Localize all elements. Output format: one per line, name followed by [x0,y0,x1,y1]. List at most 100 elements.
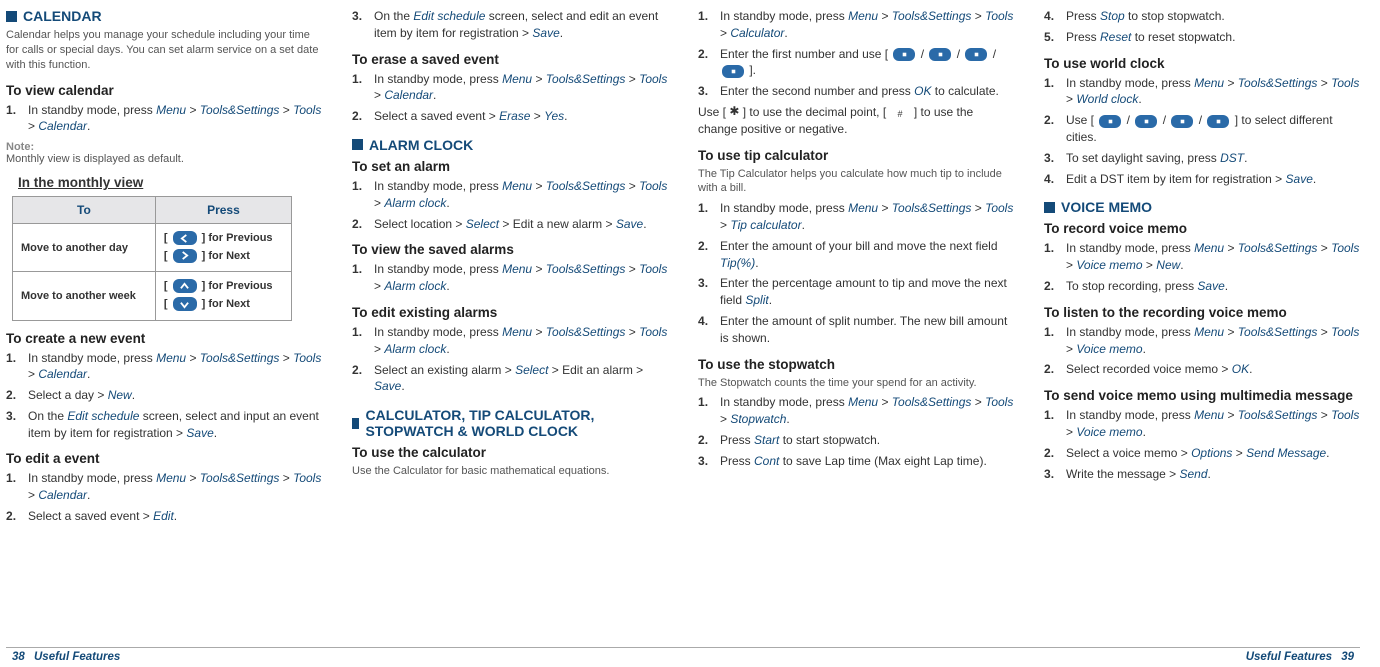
list-item: Press Reset to reset stopwatch. [1066,29,1360,46]
text-fragment: . [1143,425,1146,439]
text-fragment: > [532,72,546,86]
menu-term: Stopwatch [730,412,786,426]
text-fragment: . [643,217,646,231]
voice-heading: VOICE MEMO [1044,199,1360,215]
set-alarm-head: To set an alarm [352,159,668,174]
menu-term: Tools&Settings [546,325,626,339]
menu-term: Send [1180,467,1208,481]
text-fragment: In standby mode, press [720,201,848,215]
list-item: On the Edit schedule screen, select and … [28,408,322,442]
menu-term: Yes [544,109,564,123]
list-item: Select an existing alarm > Select > Edit… [374,362,668,396]
menu-term: Tools [639,179,667,193]
square-icon [1044,202,1055,213]
list-item: Enter the amount of split number. The ne… [720,313,1014,347]
list-item: Select a day > New. [28,387,322,404]
menu-term: Tools [985,395,1013,409]
list-item: In standby mode, press Menu > Tools&Sett… [1066,407,1360,441]
text-fragment: > [720,26,730,40]
menu-term: Tools [985,201,1013,215]
tip-intro: The Tip Calculator helps you calculate h… [698,167,1014,197]
text-fragment: To set daylight saving, press [1066,151,1220,165]
monthly-view-head: In the monthly view [18,175,322,190]
row-to: Move to another day [13,224,156,272]
text-fragment: > [720,412,730,426]
text-fragment: Press [1066,30,1100,44]
menu-term: Menu [502,325,532,339]
menu-term: Edit [153,509,174,523]
list-item: In standby mode, press Menu > Tools&Sett… [1066,75,1360,109]
erase-steps: In standby mode, press Menu > Tools&Sett… [352,71,668,125]
text-fragment: . [433,88,436,102]
text-fragment: > [279,103,293,117]
text-fragment: . [174,509,177,523]
menu-term: Tools [1331,325,1359,339]
menu-term: Voice memo [1076,425,1142,439]
text-fragment: > [186,351,200,365]
menu-term: Stop [1100,9,1125,23]
edit-exist-head: To edit existing alarms [352,305,668,320]
text-fragment: Select a voice memo > [1066,446,1191,460]
menu-term: Tools&Settings [1238,241,1318,255]
menu-term: Voice memo [1076,258,1142,272]
footer: 38 Useful Features Useful Features 39 [6,647,1360,663]
nav-key-icon [1207,115,1229,128]
world-head: To use world clock [1044,56,1360,71]
list-item: Press Cont to save Lap time (Max eight L… [720,453,1014,470]
list-item: Enter the percentage amount to tip and m… [720,275,1014,309]
menu-term: New [1156,258,1180,272]
text-fragment: In standby mode, press [374,72,502,86]
menu-term: Send Message [1246,446,1326,460]
menu-term: Alarm clock [384,279,446,293]
text-fragment: Press [720,433,754,447]
calc-note: Use [ ✱ ] to use the decimal point, [ # … [698,104,1014,138]
list-item: Enter the amount of your bill and move t… [720,238,1014,272]
list-item: In standby mode, press Menu > Tools&Sett… [720,200,1014,234]
edit-steps: In standby mode, press Menu > Tools&Sett… [6,470,322,524]
menu-term: Erase [499,109,530,123]
text-fragment: . [1208,467,1211,481]
create-steps: In standby mode, press Menu > Tools&Sett… [6,350,322,442]
square-icon [6,11,17,22]
calendar-heading: CALENDAR [6,8,322,24]
text-fragment: > Edit an alarm > [548,363,643,377]
list-item: Enter the second number and press OK to … [720,83,1014,100]
text-fragment: Write the message > [1066,467,1180,481]
list-item: In standby mode, press Menu > Tools&Sett… [374,178,668,212]
menu-term: Tools&Settings [200,351,280,365]
list-item: In standby mode, press Menu > Tools&Sett… [1066,240,1360,274]
text-fragment: . [87,367,90,381]
nav-key-icon [1135,115,1157,128]
text-fragment: ] to use the decimal point, [ [739,105,889,119]
text-fragment: > [1232,446,1246,460]
view-step: In standby mode, press Menu > Tools&Sett… [28,102,322,136]
text-fragment: Select a saved event > [28,509,153,523]
text-fragment: . [1138,92,1141,106]
text-fragment: Enter the amount of split number. The ne… [720,314,1007,345]
text-fragment: > [532,179,546,193]
menu-term: Menu [1194,241,1224,255]
view-saved-head: To view the saved alarms [352,242,668,257]
note-label: Note: [6,141,322,153]
text-fragment: > [532,325,546,339]
nav-left-icon [173,231,197,245]
view-calendar-head: To view calendar [6,83,322,98]
text-fragment: > [878,201,892,215]
text-fragment: . [1143,342,1146,356]
text-fragment: > [28,119,38,133]
text-fragment: In standby mode, press [28,471,156,485]
calc-steps: In standby mode, press Menu > Tools&Sett… [698,8,1014,100]
menu-term: Tools&Settings [892,201,972,215]
menu-term: Tools&Settings [200,471,280,485]
text-fragment: / [1123,113,1133,127]
nav-up-icon [173,279,197,293]
square-icon [352,139,363,150]
text-fragment: / [917,47,927,61]
text-fragment: > [28,488,38,502]
menu-term: OK [914,84,931,98]
text-fragment: . [564,109,567,123]
edit-cont-step: On the Edit schedule screen, select and … [374,8,668,42]
menu-term: Options [1191,446,1232,460]
menu-term: Tools&Settings [200,103,280,117]
text-fragment: Press [1066,9,1100,23]
